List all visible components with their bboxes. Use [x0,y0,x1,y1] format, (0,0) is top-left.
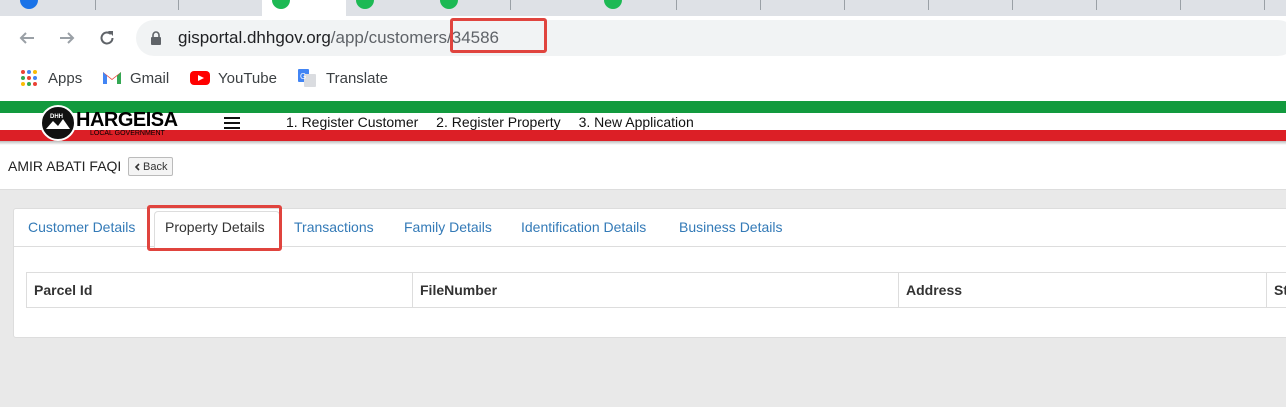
gmail-icon [102,69,121,87]
tab-separator [760,0,761,10]
flag-stripe-red [0,130,1286,141]
logo-text: HARGEISA [76,109,178,131]
bookmark-label: Gmail [130,69,170,87]
logo-emblem-icon: DHH [40,105,76,141]
chevron-left-icon [134,162,140,171]
bookmark-youtube[interactable]: YouTube [190,69,277,87]
bookmark-apps[interactable]: Apps [20,69,82,87]
tab-separator [844,0,845,10]
column-header-file-number[interactable]: FileNumber [413,273,899,307]
tab-favicon-icon [356,0,374,9]
apps-grid-icon [20,69,38,87]
tab-separator [510,0,511,10]
column-header-status[interactable]: St [1267,273,1286,307]
lock-icon[interactable] [150,31,162,45]
back-arrow-icon[interactable] [13,24,41,52]
bookmark-label: Translate [326,69,388,87]
tab-separator [928,0,929,10]
step-nav: 1. Register Customer 2. Register Propert… [286,114,708,130]
bookmarks-bar: Apps Gmail YouTube G Translate [0,61,1286,97]
highlight-box-url-id [450,18,547,53]
property-table-header: Parcel Id FileNumber Address St [26,272,1286,308]
step-register-property[interactable]: 2. Register Property [436,114,561,130]
bookmark-label: YouTube [218,69,277,87]
browser-toolbar: gisportal.dhhgov.org/app/customers/34586 [0,16,1286,61]
reload-icon[interactable] [93,24,121,52]
bookmark-gmail[interactable]: Gmail [102,69,169,87]
svg-text:G: G [300,72,306,81]
tab-favicon-icon [20,0,38,9]
tab-separator [1012,0,1013,10]
column-header-parcel-id[interactable]: Parcel Id [27,273,413,307]
url-host: gisportal.dhhgov.org [178,28,331,47]
tab-family-details[interactable]: Family Details [404,219,492,235]
tab-separator [178,0,179,10]
back-button[interactable]: Back [128,157,174,176]
tab-transactions[interactable]: Transactions [294,219,374,235]
header-shadow [0,141,1286,145]
logo-subtext: LOCAL GOVERNMENT [90,130,165,137]
tab-separator [95,0,96,10]
tab-customer-details[interactable]: Customer Details [28,219,135,235]
forward-arrow-icon[interactable] [53,24,81,52]
site-header: DHH HARGEISA LOCAL GOVERNMENT 1. Registe… [0,97,1286,147]
step-new-application[interactable]: 3. New Application [579,114,694,130]
tab-business-details[interactable]: Business Details [679,219,783,235]
tab-separator [676,0,677,10]
step-register-customer[interactable]: 1. Register Customer [286,114,418,130]
hargeisa-logo[interactable]: DHH HARGEISA LOCAL GOVERNMENT [40,105,178,141]
tab-separator [1264,0,1265,10]
bookmark-label: Apps [48,69,83,87]
highlight-box-property-tab [147,205,282,251]
back-button-label: Back [143,160,168,173]
hamburger-menu-icon[interactable] [224,117,240,129]
bookmark-translate[interactable]: G Translate [298,69,388,87]
flag-stripe-green [0,101,1286,113]
tab-separator [1180,0,1181,10]
page-title-row: AMIR ABATI FAQI Back [0,147,1286,190]
tab-separator [1096,0,1097,10]
customer-name: AMIR ABATI FAQI [8,158,122,174]
column-header-address[interactable]: Address [899,273,1267,307]
tab-favicon-icon [604,0,622,9]
logo-badge: DHH [50,114,63,120]
google-translate-icon: G [298,69,316,87]
tab-favicon-icon [440,0,458,9]
tab-identification-details[interactable]: Identification Details [521,219,646,235]
youtube-icon [190,69,210,87]
browser-tab-strip [0,0,1286,16]
